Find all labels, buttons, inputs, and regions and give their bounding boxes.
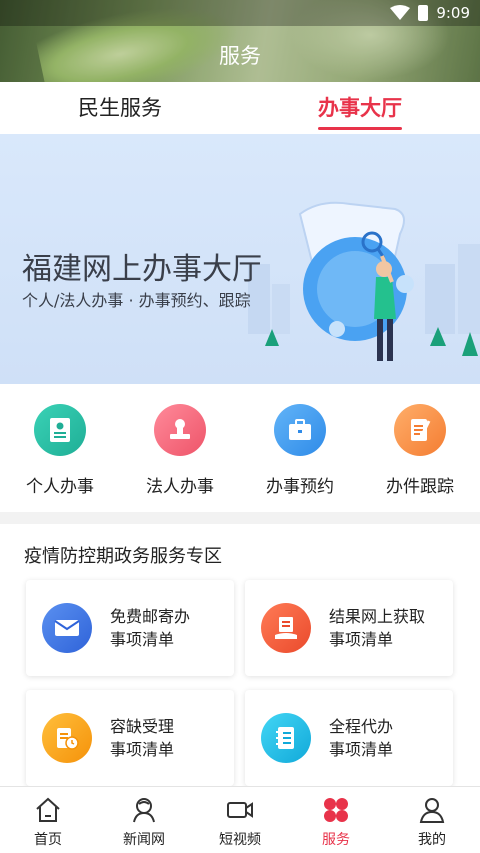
video-icon bbox=[227, 802, 253, 818]
card-line2: 事项清单 bbox=[110, 630, 175, 649]
service-tracking[interactable]: 办件跟踪 bbox=[360, 384, 480, 512]
card-text: 结果网上获取 事项清单 bbox=[329, 605, 425, 651]
service-personal[interactable]: 个人办事 bbox=[0, 384, 120, 512]
tab-livelihood-services[interactable]: 民生服务 bbox=[0, 82, 240, 134]
card-tolerant-acceptance[interactable]: 容缺受理 事项清单 bbox=[26, 690, 234, 786]
tab-service-hall[interactable]: 办事大厅 bbox=[240, 82, 480, 134]
card-line1: 容缺受理 bbox=[110, 717, 175, 736]
tab-label: 民生服务 bbox=[78, 96, 162, 120]
service-label: 办件跟踪 bbox=[386, 477, 454, 497]
nav-short-video[interactable]: 短视频 bbox=[192, 787, 288, 853]
card-line2: 事项清单 bbox=[110, 740, 175, 759]
card-online-result[interactable]: 结果网上获取 事项清单 bbox=[245, 580, 453, 676]
wifi-icon bbox=[390, 5, 411, 20]
news-icon bbox=[133, 798, 155, 823]
service-grid-icon bbox=[324, 798, 348, 822]
stamp-icon bbox=[154, 404, 206, 456]
card-free-mail[interactable]: 免费邮寄办 事项清单 bbox=[26, 580, 234, 676]
nav-home[interactable]: 首页 bbox=[0, 787, 96, 853]
service-grid: 个人办事 法人办事 办事预约 办件跟踪 bbox=[0, 384, 480, 512]
status-time: 9:09 bbox=[436, 4, 470, 22]
status-bar: 9:09 bbox=[0, 0, 480, 26]
id-card-icon bbox=[34, 404, 86, 456]
hand-document-icon bbox=[261, 603, 311, 653]
nav-services[interactable]: 服务 bbox=[288, 787, 384, 853]
banner-title: 福建网上办事大厅 bbox=[22, 252, 262, 287]
service-label: 法人办事 bbox=[146, 477, 214, 497]
clipboard-clock-icon bbox=[42, 713, 92, 763]
home-icon bbox=[36, 797, 60, 822]
nav-label: 新闻网 bbox=[123, 832, 165, 848]
notebook-icon bbox=[261, 713, 311, 763]
nav-label: 短视频 bbox=[219, 832, 261, 848]
nav-label: 服务 bbox=[322, 832, 350, 848]
epidemic-service-section: 疫情防控期政务服务专区 免费邮寄办 事项清单 结果网上获取 事项清单 容缺受理 … bbox=[0, 524, 480, 786]
card-full-agency[interactable]: 全程代办 事项清单 bbox=[245, 690, 453, 786]
card-text: 容缺受理 事项清单 bbox=[110, 715, 174, 761]
service-label: 个人办事 bbox=[26, 477, 94, 497]
card-line2: 事项清单 bbox=[329, 740, 394, 759]
document-edit-icon bbox=[394, 404, 446, 456]
user-icon bbox=[419, 798, 445, 823]
nav-label: 我的 bbox=[418, 832, 446, 848]
card-text: 全程代办 事项清单 bbox=[329, 715, 393, 761]
banner-subtitle: 个人/法人办事 · 办事预约、跟踪 bbox=[22, 291, 251, 310]
nav-label: 首页 bbox=[34, 832, 62, 848]
tab-label: 办事大厅 bbox=[318, 96, 402, 120]
service-legal-entity[interactable]: 法人办事 bbox=[120, 384, 240, 512]
card-line1: 结果网上获取 bbox=[329, 607, 426, 626]
bottom-nav: 首页 新闻网 短视频 服务 我的 bbox=[0, 786, 480, 853]
card-line1: 免费邮寄办 bbox=[110, 607, 191, 626]
nav-mine[interactable]: 我的 bbox=[384, 787, 480, 853]
service-label: 办事预约 bbox=[266, 477, 334, 497]
section-title: 疫情防控期政务服务专区 bbox=[24, 546, 222, 567]
card-line1: 全程代办 bbox=[329, 717, 394, 736]
battery-icon bbox=[418, 5, 429, 21]
card-text: 免费邮寄办 事项清单 bbox=[110, 605, 190, 651]
banner[interactable]: 福建网上办事大厅 个人/法人办事 · 办事预约、跟踪 bbox=[0, 134, 480, 384]
card-line2: 事项清单 bbox=[329, 630, 394, 649]
tab-bar: 民生服务 办事大厅 bbox=[0, 82, 480, 134]
service-appointment[interactable]: 办事预约 bbox=[240, 384, 360, 512]
envelope-icon bbox=[42, 603, 92, 653]
header: 9:09 服务 bbox=[0, 0, 480, 82]
nav-news[interactable]: 新闻网 bbox=[96, 787, 192, 853]
tab-underline bbox=[318, 127, 402, 130]
briefcase-icon bbox=[274, 404, 326, 456]
page-title: 服务 bbox=[219, 44, 261, 68]
